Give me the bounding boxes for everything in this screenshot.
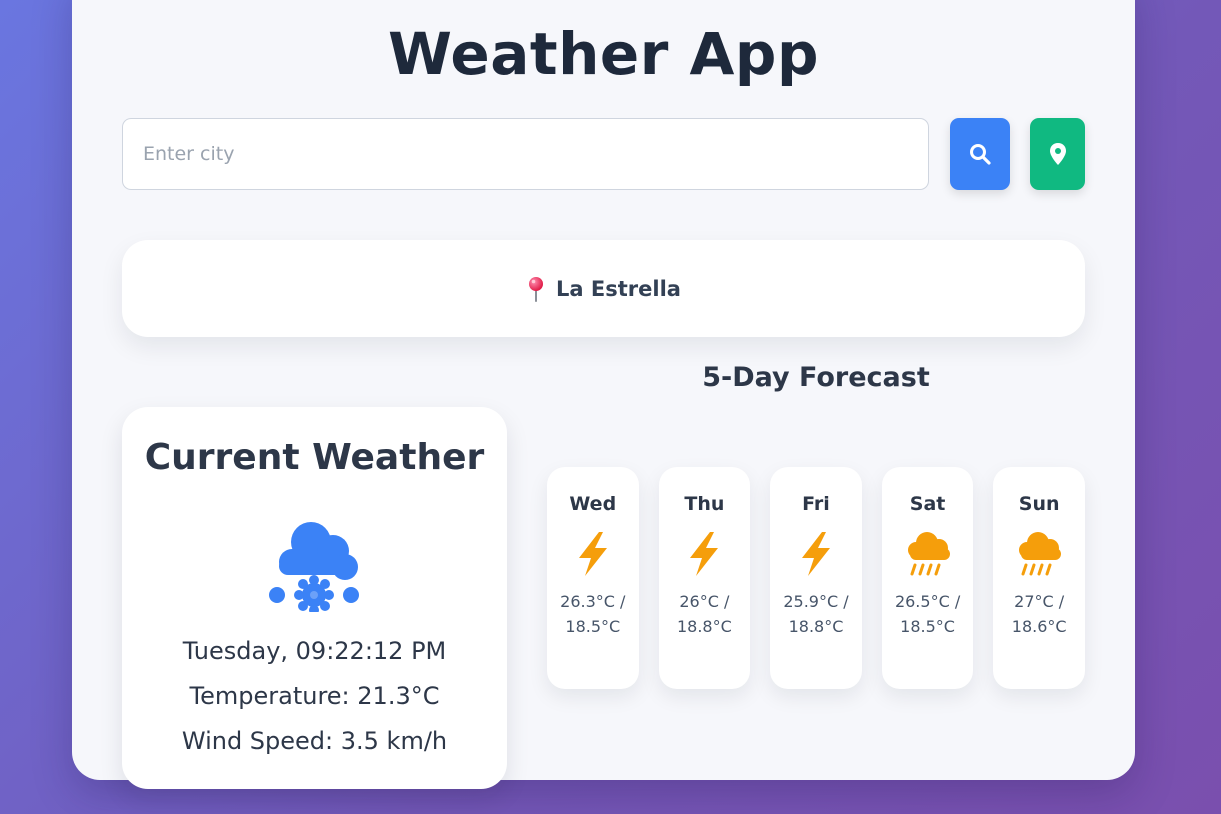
search-icon xyxy=(970,144,991,165)
forecast-row: Wed 26.3°C / 18.5°C Thu 26°C / 18.8°C Fr… xyxy=(547,467,1085,689)
rain-cloud-icon xyxy=(1019,532,1062,576)
current-weather-card: Current Weather Tuesday, 09:22:12 PM Tem… xyxy=(122,407,507,789)
forecast-card-wed: Wed 26.3°C / 18.5°C xyxy=(547,467,639,689)
forecast-temperature: 25.9°C / 18.8°C xyxy=(783,592,849,636)
forecast-card-sat: Sat 26.5°C / 18.5°C xyxy=(881,467,974,689)
snow-cloud-icon xyxy=(269,522,359,612)
location-card: La Estrella xyxy=(122,240,1085,337)
lightning-icon xyxy=(801,532,830,576)
city-search-input[interactable] xyxy=(122,118,929,190)
forecast-title: 5-Day Forecast xyxy=(702,362,930,393)
round-pushpin-icon xyxy=(529,276,544,302)
location-name: La Estrella xyxy=(556,276,681,301)
current-weather-title: Current Weather xyxy=(144,437,485,478)
forecast-temperature: 26.5°C / 18.5°C xyxy=(894,592,961,636)
lightning-icon xyxy=(578,532,607,576)
forecast-card-fri: Fri 25.9°C / 18.8°C xyxy=(770,467,862,689)
current-wind-speed: Wind Speed: 3.5 km/h xyxy=(181,727,448,755)
map-pin-icon xyxy=(1049,143,1066,165)
page-title: Weather App xyxy=(388,20,819,88)
forecast-day: Fri xyxy=(802,493,830,515)
forecast-temperature: 26°C / 18.8°C xyxy=(676,592,732,636)
current-location-button[interactable] xyxy=(1030,118,1085,190)
current-datetime: Tuesday, 09:22:12 PM xyxy=(182,637,447,665)
current-temperature: Temperature: 21.3°C xyxy=(189,682,440,710)
forecast-temperature: 26.3°C / 18.5°C xyxy=(560,592,626,636)
forecast-card-sun: Sun 27°C / 18.6°C xyxy=(993,467,1085,689)
forecast-day: Sat xyxy=(909,493,946,515)
app-card: Weather App La Estrella Curren xyxy=(72,0,1135,789)
lightning-icon xyxy=(690,532,719,576)
rain-cloud-icon xyxy=(907,532,950,576)
forecast-day: Sun xyxy=(1018,493,1060,515)
search-button[interactable] xyxy=(950,118,1010,190)
forecast-card-thu: Thu 26°C / 18.8°C xyxy=(658,467,751,689)
forecast-day: Wed xyxy=(569,493,617,515)
forecast-temperature: 27°C / 18.6°C xyxy=(1011,592,1067,636)
forecast-day: Thu xyxy=(684,493,725,515)
